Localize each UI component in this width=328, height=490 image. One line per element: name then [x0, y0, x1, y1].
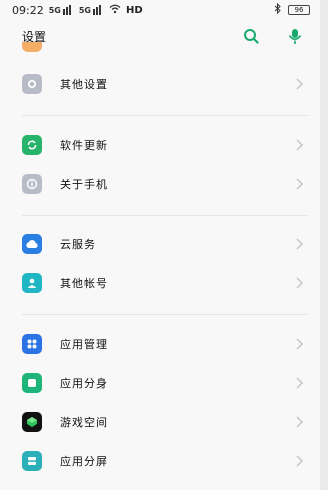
- search-button[interactable]: [242, 27, 260, 45]
- chevron-right-icon: [296, 377, 303, 389]
- list-item-label: 游戏空间: [60, 416, 108, 429]
- game-space-icon: [22, 412, 42, 432]
- chevron-right-icon: [296, 238, 303, 250]
- divider: [22, 314, 308, 315]
- list-item-about-phone[interactable]: 关于手机: [0, 164, 320, 204]
- split-screen-icon: [22, 451, 42, 471]
- about-phone-icon: [22, 174, 42, 194]
- partially-scrolled-item-icon: [22, 42, 42, 52]
- chevron-right-icon: [296, 416, 303, 428]
- chevron-right-icon: [296, 338, 303, 350]
- other-settings-icon: [22, 74, 42, 94]
- list-item-label: 云服务: [60, 238, 96, 251]
- list-item-app-management[interactable]: 应用管理: [0, 324, 320, 364]
- list-item-label: 应用管理: [60, 338, 108, 351]
- wifi-icon: [109, 4, 121, 17]
- status-right: 96: [274, 2, 310, 17]
- list-item-label: 关于手机: [60, 178, 108, 191]
- software-update-icon: [22, 135, 42, 155]
- mic-icon: [288, 28, 302, 44]
- list-item-game-space[interactable]: 游戏空间: [0, 402, 320, 442]
- list-item-label: 其他设置: [60, 78, 108, 91]
- status-time: 09:22: [12, 3, 44, 17]
- bluetooth-icon: [274, 2, 282, 17]
- search-icon: [244, 29, 259, 44]
- list-item-label: 应用分屏: [60, 455, 108, 468]
- voice-search-button[interactable]: [286, 27, 304, 45]
- divider: [22, 215, 308, 216]
- list-item-label: 其他帐号: [60, 277, 108, 290]
- list-item-label: 软件更新: [60, 139, 108, 152]
- header-actions: [242, 27, 304, 45]
- divider: [22, 115, 308, 116]
- chevron-right-icon: [296, 178, 303, 190]
- list-item-label: 应用分身: [60, 377, 108, 390]
- list-item-split-screen[interactable]: 应用分屏: [0, 441, 320, 481]
- app-clone-icon: [22, 373, 42, 393]
- network-type: HD: [125, 4, 143, 16]
- battery-icon: 96: [288, 5, 310, 15]
- status-bar: 09:22 5G 5G HD 96: [0, 0, 320, 20]
- chevron-right-icon: [296, 78, 303, 90]
- app-management-icon: [22, 334, 42, 354]
- signal-icon: 5G: [49, 5, 74, 15]
- chevron-right-icon: [296, 455, 303, 467]
- chevron-right-icon: [296, 277, 303, 289]
- list-item-other-settings[interactable]: 其他设置: [0, 64, 320, 104]
- signal-label: 5G: [78, 6, 91, 15]
- list-item-app-clone[interactable]: 应用分身: [0, 363, 320, 403]
- signal-label: 5G: [48, 6, 61, 15]
- screen-edge: [320, 0, 328, 490]
- chevron-right-icon: [296, 139, 303, 151]
- signal-icon: 5G: [79, 5, 104, 15]
- list-item-cloud-service[interactable]: 云服务: [0, 224, 320, 264]
- list-item-other-accounts[interactable]: 其他帐号: [0, 263, 320, 303]
- settings-screen: 09:22 5G 5G HD 96 设置 其他设置 软件更新 关于手机 云服务 …: [0, 0, 320, 490]
- app-header: 设置: [0, 22, 320, 50]
- other-accounts-icon: [22, 273, 42, 293]
- status-left: 09:22 5G 5G HD: [12, 4, 143, 17]
- cloud-service-icon: [22, 234, 42, 254]
- list-item-software-update[interactable]: 软件更新: [0, 125, 320, 165]
